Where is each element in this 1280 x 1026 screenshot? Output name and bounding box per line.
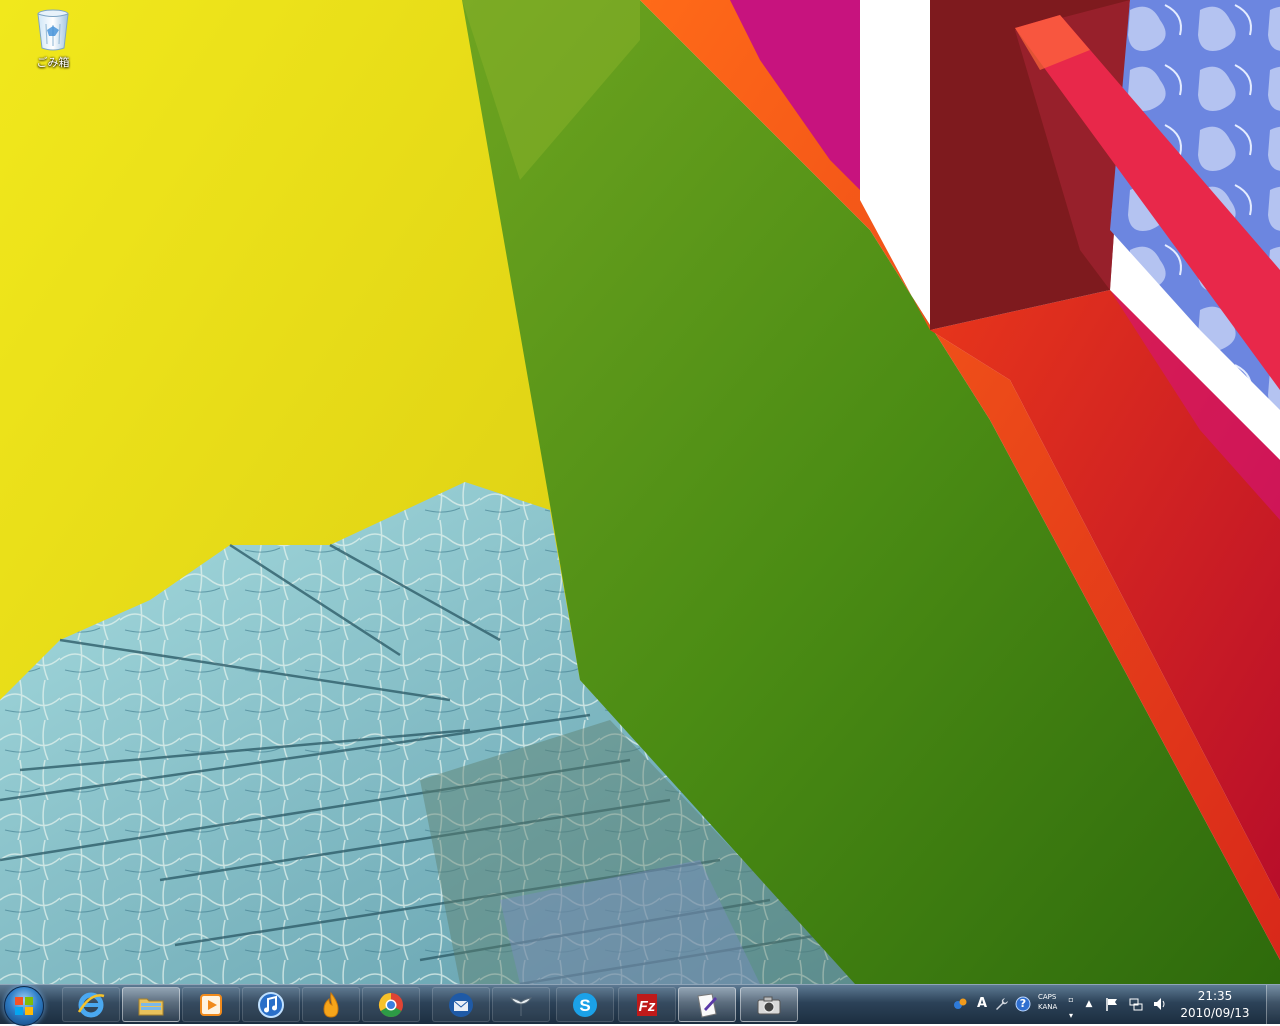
help-icon[interactable]: ? (1015, 996, 1031, 1012)
whale-tail-icon (509, 996, 533, 1016)
flame-icon (323, 991, 339, 1018)
taskbar-thunderbird[interactable] (432, 987, 490, 1022)
ime-mode-icon[interactable]: A (974, 996, 990, 1012)
mail-bird-icon (449, 992, 473, 1017)
lock-keys-indicator: CAPS KANA (1038, 992, 1057, 1012)
taskbar-skype[interactable]: S (556, 987, 614, 1022)
music-note-icon (258, 991, 284, 1018)
taskbar-windows-explorer[interactable] (122, 987, 180, 1022)
filezilla-icon: Fz (637, 993, 657, 1016)
taskbar-camera-app[interactable] (740, 987, 798, 1022)
recycle-bin-icon (33, 6, 73, 52)
desktop-wallpaper (0, 0, 1280, 984)
media-player-icon (200, 993, 222, 1016)
windows-logo-icon (15, 997, 33, 1015)
taskbar-editor[interactable] (678, 987, 736, 1022)
wrench-icon[interactable] (993, 996, 1009, 1012)
taskbar-itunes[interactable] (242, 987, 300, 1022)
internet-explorer-icon (77, 992, 105, 1017)
desktop-icon-recycle-bin[interactable]: ごみ箱 (16, 6, 90, 70)
help-icon-label: ? (1019, 997, 1027, 1010)
camera-icon (757, 996, 781, 1014)
taskbar-launcher[interactable] (302, 987, 360, 1022)
chrome-icon (378, 992, 403, 1017)
action-center-flag-icon[interactable] (1104, 996, 1120, 1012)
desktop-icon-label: ごみ箱 (36, 56, 70, 69)
kana-lock-label: KANA (1038, 1003, 1058, 1011)
taskbar-clock[interactable]: 21:35 2010/09/13 (1172, 988, 1258, 1022)
lock-keys-toggle-icon[interactable]: ▫ ▾ (1063, 992, 1079, 1020)
network-globe-icon[interactable] (952, 996, 968, 1012)
show-desktop-button[interactable] (1266, 985, 1280, 1024)
taskbar-media-player[interactable] (182, 987, 240, 1022)
volume-speaker-icon[interactable] (1152, 996, 1168, 1012)
show-hidden-icons-chevron-icon[interactable]: ▲ (1081, 996, 1097, 1012)
svg-text:Fz: Fz (639, 998, 656, 1015)
caps-lock-label: CAPS (1038, 993, 1057, 1001)
start-button[interactable] (4, 986, 44, 1026)
taskbar-google-chrome[interactable] (362, 987, 420, 1022)
taskbar-filezilla[interactable]: Fz (618, 987, 676, 1022)
svg-text:S: S (579, 996, 590, 1015)
taskbar-internet-explorer[interactable] (62, 987, 120, 1022)
skype-icon: S (573, 992, 597, 1017)
taskbar-orca-app[interactable] (492, 987, 550, 1022)
clock-time: 21:35 (1197, 989, 1233, 1003)
folder-icon (138, 998, 164, 1015)
clock-date: 2010/09/13 (1180, 1006, 1250, 1020)
network-monitor-icon[interactable] (1128, 996, 1144, 1012)
taskbar: S Fz A ? CAPS KANA ▫ ▾ ▲ 21:35 2010/09/1… (0, 984, 1280, 1026)
pen-paper-icon (697, 992, 717, 1018)
